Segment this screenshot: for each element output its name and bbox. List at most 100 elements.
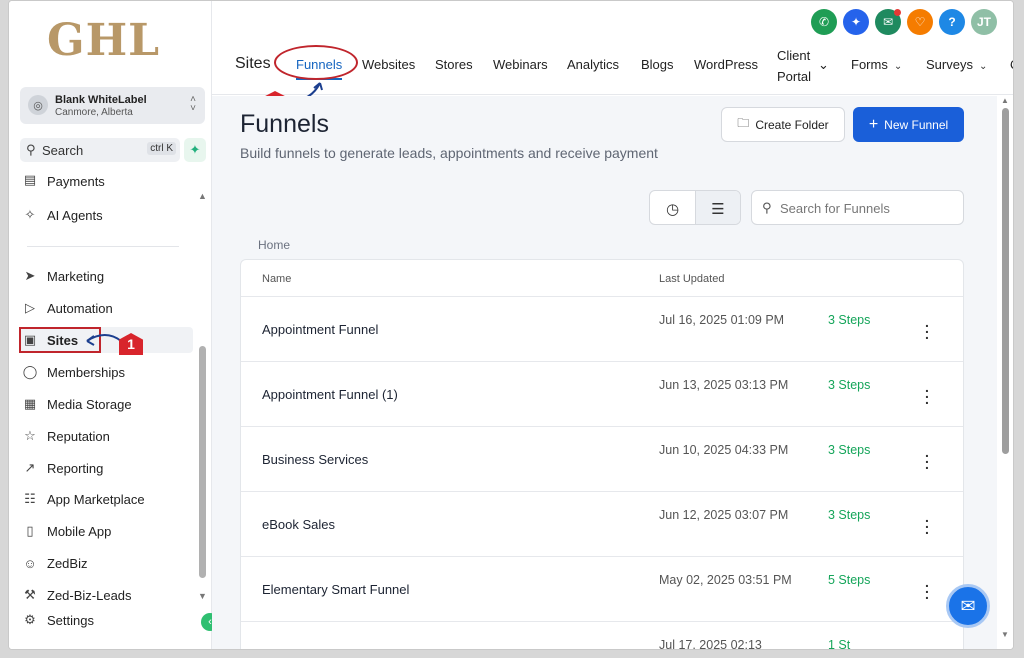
- megaphone-icon[interactable]: ✉: [875, 9, 901, 35]
- bell-icon[interactable]: ♡: [907, 9, 933, 35]
- automation-icon: ▷: [25, 300, 35, 315]
- quick-action-bolt-icon[interactable]: ✦: [184, 138, 206, 162]
- magic-sparkle-icon[interactable]: ✦: [843, 9, 869, 35]
- funnel-search-input[interactable]: ⚲ Search for Funnels: [751, 190, 964, 225]
- app-window: GHL ◎ Blank WhiteLabel Canmore, Alberta …: [8, 0, 1014, 650]
- sidebar-item-zed-biz-leads[interactable]: ⚒ Zed-Biz-Leads: [21, 582, 193, 608]
- search-label: Search: [42, 143, 84, 158]
- funnels-table: Name Last Updated Appointment Funnel Jul…: [240, 259, 964, 650]
- location-icon: ◎: [28, 95, 48, 115]
- notification-dot: [894, 9, 901, 16]
- sidebar-item-reputation[interactable]: ☆ Reputation: [21, 423, 193, 449]
- funnel-name[interactable]: eBook Sales: [262, 517, 335, 532]
- main-scrollbar[interactable]: ▲ ▼: [997, 96, 1013, 649]
- tab-surveys[interactable]: Surveys ⌄: [926, 57, 987, 72]
- user-avatar[interactable]: JT: [971, 9, 997, 35]
- phone-call-icon[interactable]: ✆: [811, 9, 837, 35]
- chevron-updown-icon: ˄ ˅: [190, 94, 196, 114]
- brand-logo: GHL: [47, 15, 161, 66]
- sidebar-item-media-storage[interactable]: ▦ Media Storage: [21, 391, 193, 417]
- sidebar-search[interactable]: ⚲ Search ctrl K: [20, 138, 180, 162]
- sparkles-icon: ✧: [24, 207, 36, 222]
- more-vertical-icon[interactable]: ...: [921, 640, 933, 649]
- funnel-name[interactable]: Appointment Funnel: [262, 322, 378, 337]
- more-vertical-icon[interactable]: ...: [921, 315, 933, 341]
- annotation-highlight-funnels: [274, 45, 358, 80]
- more-vertical-icon[interactable]: ...: [921, 510, 933, 536]
- table-row[interactable]: Business Services Jun 10, 2025 04:33 PM …: [241, 427, 963, 492]
- payments-icon: ▤: [23, 172, 37, 187]
- main-scroll-thumb[interactable]: [1002, 108, 1009, 454]
- sidebar-item-reporting[interactable]: ↗ Reporting: [21, 455, 193, 481]
- search-shortcut: ctrl K: [147, 142, 176, 155]
- table-row[interactable]: Jul 17, 2025 02:13 1 St ...: [241, 622, 963, 650]
- chevron-down-icon[interactable]: ⌄: [818, 57, 829, 73]
- funnel-steps: 3 Steps: [828, 508, 871, 522]
- plus-icon: +: [868, 115, 879, 133]
- tab-analytics[interactable]: Analytics: [567, 57, 619, 72]
- main-content: Funnels Build funnels to generate leads,…: [212, 96, 997, 650]
- scroll-down-icon[interactable]: ▼: [1001, 630, 1009, 639]
- tab-stores[interactable]: Stores: [435, 57, 473, 72]
- funnel-steps: 3 Steps: [828, 378, 871, 392]
- recent-view-clock-icon[interactable]: ◷: [650, 191, 695, 224]
- table-row[interactable]: Elementary Smart Funnel May 02, 2025 03:…: [241, 557, 963, 622]
- view-toggle: ◷ ☰: [649, 190, 741, 225]
- sidebar-item-zedbiz[interactable]: ☺ ZedBiz: [21, 550, 193, 576]
- table-row[interactable]: Appointment Funnel (1) Jun 13, 2025 03:1…: [241, 362, 963, 427]
- sidebar-item-memberships[interactable]: ◯ Memberships: [21, 359, 193, 385]
- gear-icon: ⚙: [24, 612, 36, 627]
- sidebar-scrollbar[interactable]: [199, 346, 206, 578]
- sidebar-item-payments[interactable]: ▤ Payments: [21, 171, 193, 189]
- scroll-up-icon[interactable]: ▲: [1001, 96, 1009, 105]
- breadcrumb[interactable]: Home: [258, 238, 290, 252]
- star-icon: ☆: [24, 428, 36, 443]
- sidebar-item-mobile-app[interactable]: ▯ Mobile App: [21, 518, 193, 544]
- tab-more[interactable]: Q: [1010, 57, 1013, 72]
- image-icon: ▦: [23, 396, 37, 411]
- table-row[interactable]: eBook Sales Jun 12, 2025 03:07 PM 3 Step…: [241, 492, 963, 557]
- create-folder-button[interactable]: 🗀 Create Folder: [721, 107, 845, 142]
- funnel-steps: 1 St: [828, 638, 851, 650]
- funnel-date: May 02, 2025 03:51 PM: [659, 573, 792, 587]
- sidebar-item-ai-agents[interactable]: ✧ AI Agents: [21, 202, 193, 228]
- funnel-name[interactable]: Elementary Smart Funnel: [262, 582, 409, 597]
- page-subtitle: Build funnels to generate leads, appoint…: [240, 145, 658, 161]
- funnel-search-placeholder: Search for Funnels: [780, 201, 890, 216]
- page-title: Funnels: [240, 110, 329, 138]
- help-icon[interactable]: ?: [939, 9, 965, 35]
- tab-forms[interactable]: Forms ⌄: [851, 57, 902, 72]
- column-last-updated[interactable]: Last Updated: [659, 273, 724, 285]
- funnel-name[interactable]: Appointment Funnel (1): [262, 387, 398, 402]
- chevron-down-icon: ⌄: [978, 61, 988, 72]
- tab-webinars[interactable]: Webinars: [493, 57, 548, 72]
- section-title: Sites: [235, 55, 271, 72]
- sidebar-item-automation[interactable]: ▷ Automation: [21, 295, 193, 321]
- tab-wordpress[interactable]: WordPress: [694, 57, 758, 72]
- sidebar-item-marketing[interactable]: ➤ Marketing: [21, 263, 193, 289]
- funnel-steps: 3 Steps: [828, 443, 871, 457]
- feedback-chat-icon[interactable]: ✉: [946, 584, 990, 628]
- funnel-date: Jul 16, 2025 01:09 PM: [659, 313, 785, 327]
- send-icon: ➤: [24, 268, 36, 283]
- table-row[interactable]: Appointment Funnel Jul 16, 2025 01:09 PM…: [241, 297, 963, 362]
- more-vertical-icon[interactable]: ...: [921, 445, 933, 471]
- sidebar-divider: [27, 246, 179, 247]
- sidebar-scroll-down-icon[interactable]: ▼: [198, 591, 207, 601]
- list-view-icon[interactable]: ☰: [694, 191, 740, 224]
- funnel-date: Jun 13, 2025 03:13 PM: [659, 378, 789, 392]
- more-vertical-icon[interactable]: ...: [921, 380, 933, 406]
- account-switcher[interactable]: ◎ Blank WhiteLabel Canmore, Alberta ˄ ˅: [20, 87, 205, 124]
- sidebar-scroll-up-icon[interactable]: ▲: [198, 191, 207, 201]
- more-vertical-icon[interactable]: ...: [921, 575, 933, 601]
- tab-client-portal[interactable]: Client Portal: [777, 45, 811, 87]
- column-name[interactable]: Name: [262, 273, 291, 285]
- funnel-steps: 5 Steps: [828, 573, 871, 587]
- tab-websites[interactable]: Websites: [362, 57, 415, 72]
- tab-blogs[interactable]: Blogs: [641, 57, 674, 72]
- sidebar-item-app-marketplace[interactable]: ☷ App Marketplace: [21, 486, 193, 512]
- account-name: Blank WhiteLabel: [55, 94, 147, 106]
- new-funnel-button[interactable]: + New Funnel: [853, 107, 964, 142]
- sidebar-item-settings[interactable]: ⚙ Settings: [21, 607, 193, 633]
- funnel-name[interactable]: Business Services: [262, 452, 368, 467]
